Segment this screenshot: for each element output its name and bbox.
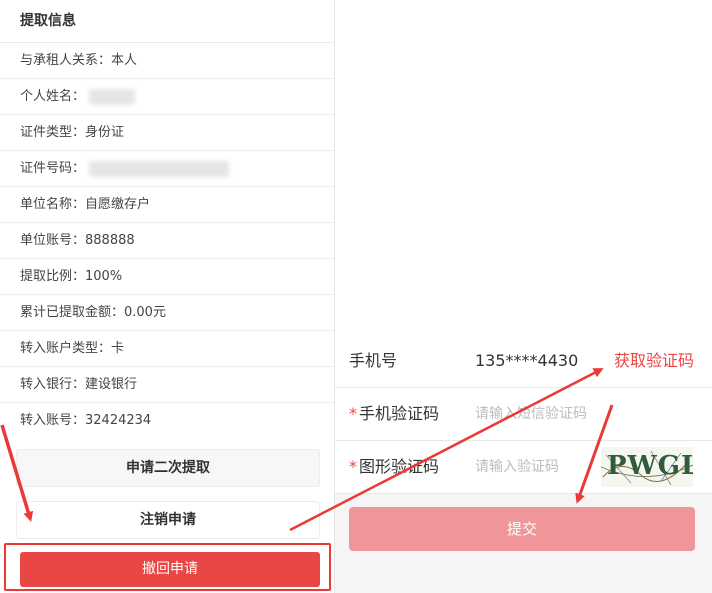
sms-code-label-text: 手机验证码: [359, 404, 440, 423]
captcha-text: PWGL: [607, 451, 693, 481]
info-label: 与承租人关系：本人: [20, 53, 138, 68]
phone-label: 手机号: [349, 351, 398, 370]
redacted-value: [89, 160, 230, 177]
info-label: 转入账号：32424234: [20, 413, 152, 428]
blank-area: [335, 0, 712, 335]
apply-second-withdraw-button[interactable]: 申请二次提取: [16, 449, 320, 487]
info-label: 单位账号：888888: [20, 233, 135, 248]
captcha-label-text: 图形验证码: [359, 457, 440, 476]
info-row-account-number: 转入账号：32424234: [0, 403, 334, 438]
submit-button[interactable]: 提交: [349, 507, 695, 551]
info-label: 证件号码：: [20, 161, 86, 176]
required-mark: *: [349, 404, 357, 423]
info-row-id-number: 证件号码：: [0, 151, 334, 187]
info-row-name: 个人姓名：: [0, 79, 334, 115]
phone-value: 135****4430: [475, 351, 579, 370]
info-label: 个人姓名：: [20, 89, 86, 104]
captcha-label: * 图形验证码: [349, 441, 439, 493]
info-row-employer: 单位名称：自愿缴存户: [0, 187, 334, 223]
info-label: 转入银行：建设银行: [20, 377, 138, 392]
sms-code-input[interactable]: 请输入短信验证码: [475, 388, 587, 440]
info-label: 提取比例：100%: [20, 269, 123, 284]
required-mark: *: [349, 457, 357, 476]
info-label: 累计已提取金额：0.00元: [20, 305, 166, 320]
info-row-ratio: 提取比例：100%: [0, 259, 334, 295]
info-row-bank: 转入银行：建设银行: [0, 367, 334, 403]
info-row-relationship: 与承租人关系：本人: [0, 43, 334, 79]
sms-code-label: * 手机验证码: [349, 388, 439, 440]
info-row-total-withdrawn: 累计已提取金额：0.00元: [0, 295, 334, 331]
sms-code-row: * 手机验证码 请输入短信验证码: [335, 388, 712, 441]
redacted-value: [89, 88, 136, 105]
info-label: 单位名称：自愿缴存户: [20, 197, 151, 212]
get-code-button[interactable]: 获取验证码: [614, 335, 694, 387]
phone-row: 手机号 135****4430 获取验证码: [335, 335, 712, 388]
info-label: 证件类型：身份证: [20, 125, 125, 140]
info-row-account-type: 转入账户类型：卡: [0, 331, 334, 367]
withdrawal-info-panel: 提取信息 与承租人关系：本人 个人姓名： 证件类型：身份证 证件号码： 单位名称…: [0, 0, 335, 593]
captcha-row: * 图形验证码 请输入验证码 PWGL: [335, 441, 712, 494]
highlight-box: [4, 543, 331, 591]
info-row-id-type: 证件类型：身份证: [0, 115, 334, 151]
captcha-image[interactable]: PWGL: [601, 447, 693, 487]
info-row-employer-account: 单位账号：888888: [0, 223, 334, 259]
cancel-application-button[interactable]: 注销申请: [16, 501, 320, 539]
captcha-input[interactable]: 请输入验证码: [475, 441, 559, 493]
verification-form: 手机号 135****4430 获取验证码 * 手机验证码 请输入短信验证码 * 图…: [335, 335, 712, 593]
info-label: 转入账户类型：卡: [20, 341, 125, 356]
panel-title: 提取信息: [0, 0, 334, 43]
